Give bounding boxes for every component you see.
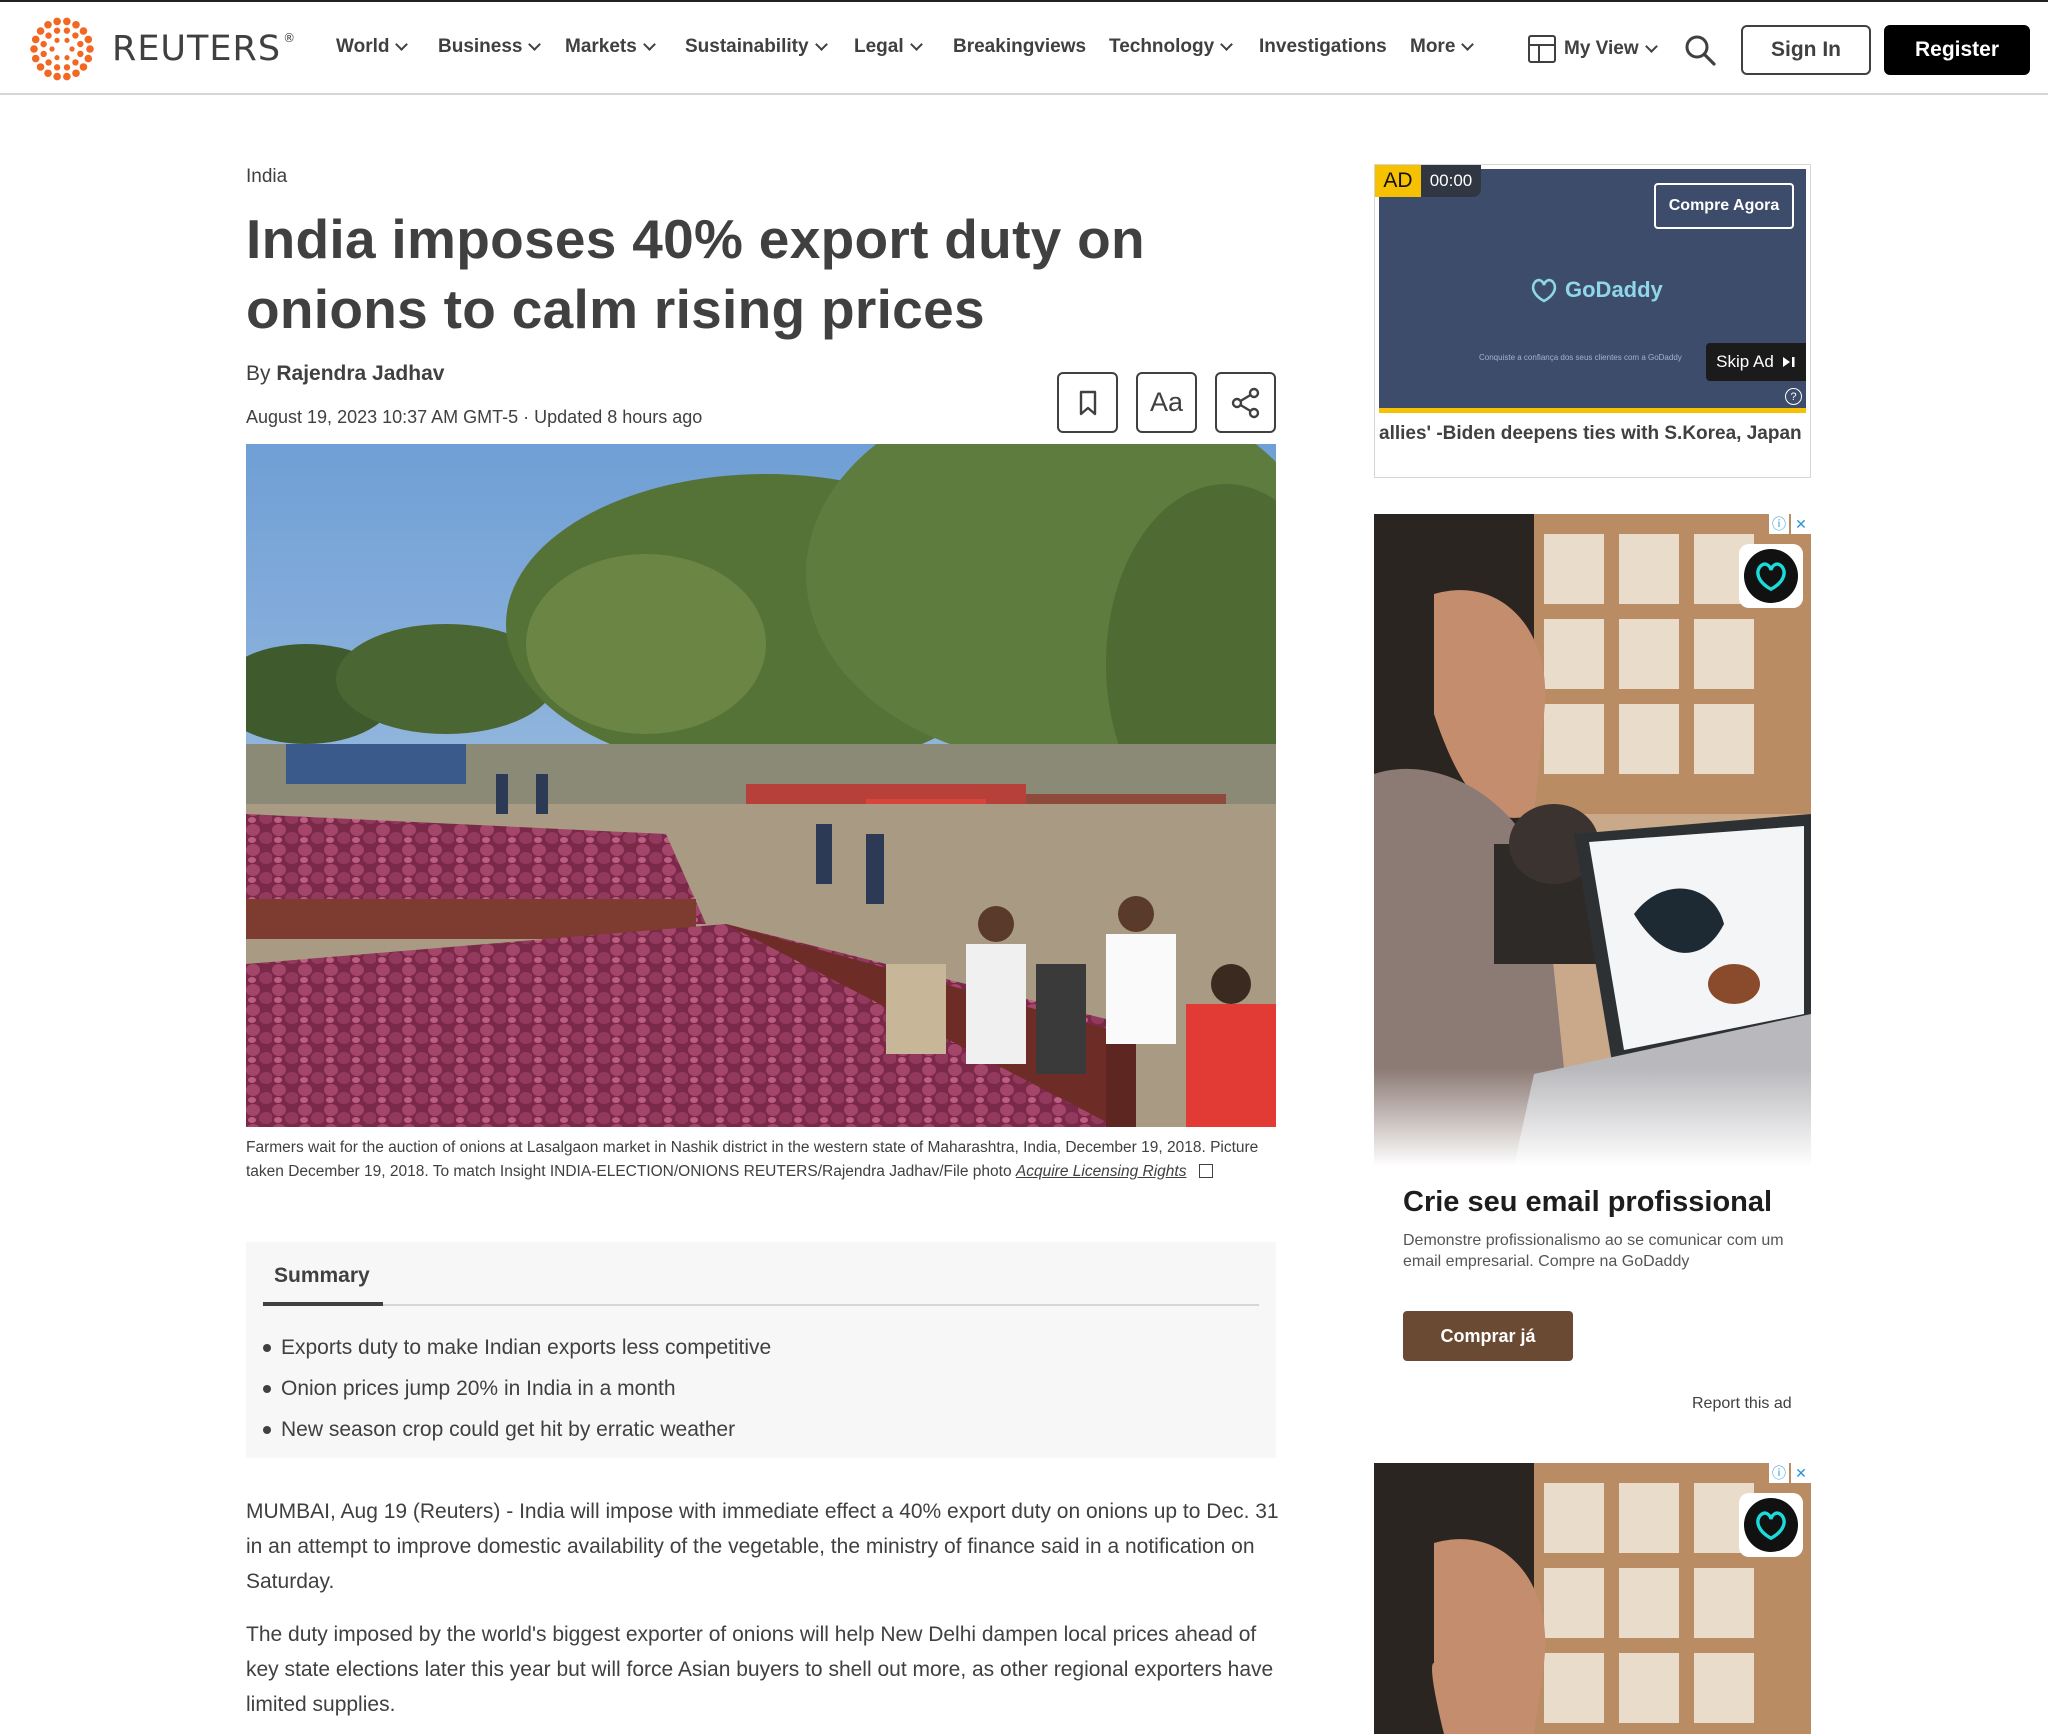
font-size-button[interactable]: Aa xyxy=(1136,372,1197,433)
article-date: August 19, 2023 10:37 AM GMT-5 · Updated… xyxy=(246,407,703,427)
display-ad[interactable]: ⓘ ✕ xyxy=(1374,1463,1811,1734)
brand-name: REUTERS ® xyxy=(112,29,297,69)
onion-market-image xyxy=(246,444,1276,1127)
summary-box: Summary Exports duty to make Indian expo… xyxy=(246,1242,1276,1458)
info-icon[interactable]: ⓘ xyxy=(1769,1463,1789,1483)
search-icon[interactable] xyxy=(1684,34,1716,66)
nav-technology[interactable]: Technology xyxy=(1109,36,1234,58)
nav-world[interactable]: World xyxy=(336,36,409,58)
summary-divider xyxy=(263,1304,1259,1306)
skip-icon xyxy=(1782,357,1795,367)
godaddy-icon xyxy=(1756,1511,1786,1541)
ad-choices[interactable]: ⓘ ✕ xyxy=(1769,514,1811,534)
site-header: REUTERS ® World Business Markets Sustaina… xyxy=(0,0,2048,95)
video-progress-bar xyxy=(1379,408,1806,413)
info-icon[interactable]: ⓘ xyxy=(1769,514,1789,534)
bookmark-icon xyxy=(1079,390,1096,415)
chevron-down-icon xyxy=(642,38,656,51)
chevron-down-icon xyxy=(1461,38,1475,51)
skip-ad-button[interactable]: Skip Ad xyxy=(1706,343,1806,381)
summary-tab[interactable]: Summary xyxy=(274,1264,370,1288)
video-timer: 00:00 xyxy=(1421,165,1481,197)
godaddy-badge xyxy=(1739,544,1803,608)
video-ad[interactable]: Compre Agora GoDaddy Conquiste a confian… xyxy=(1374,164,1811,478)
help-icon[interactable]: ? xyxy=(1785,388,1802,405)
register-button[interactable]: Register xyxy=(1884,25,2030,75)
sign-in-button[interactable]: Sign In xyxy=(1741,25,1871,75)
ad-description: Demonstre profissionalismo ao se comunic… xyxy=(1403,1232,1784,1270)
chevron-down-icon xyxy=(528,38,542,51)
my-view-label: My View xyxy=(1564,38,1639,59)
summary-list: Exports duty to make Indian exports less… xyxy=(263,1327,771,1450)
video-ad-tagline: Conquiste a confiança dos seus clientes … xyxy=(1479,353,1682,362)
chevron-down-icon xyxy=(909,38,923,51)
photo-caption: Farmers wait for the auction of onions a… xyxy=(246,1139,1259,1180)
close-icon[interactable]: ✕ xyxy=(1791,514,1811,534)
ad-badge: AD 00:00 xyxy=(1375,165,1481,197)
article-photo[interactable] xyxy=(246,444,1276,1127)
godaddy-icon xyxy=(1531,278,1557,303)
byline: By Rajendra Jadhav xyxy=(246,362,445,385)
display-ad[interactable]: ⓘ ✕ Crie seu email profissional Demonstr… xyxy=(1374,514,1811,1419)
share-icon xyxy=(1231,387,1259,418)
video-ad-frame[interactable]: Compre Agora GoDaddy Conquiste a confian… xyxy=(1379,169,1806,408)
my-view-menu[interactable]: My View xyxy=(1528,35,1658,63)
bookmark-button[interactable] xyxy=(1057,372,1118,433)
external-link-icon xyxy=(1198,1163,1213,1178)
licensing-link[interactable]: Acquire Licensing Rights xyxy=(1016,1163,1187,1180)
nav-markets[interactable]: Markets xyxy=(565,36,656,58)
section-link[interactable]: India xyxy=(246,166,287,188)
nav-business[interactable]: Business xyxy=(438,36,542,58)
chevron-down-icon xyxy=(1220,38,1234,51)
summary-item: Onion prices jump 20% in India in a mont… xyxy=(263,1368,771,1409)
nav-investigations[interactable]: Investigations xyxy=(1259,36,1387,58)
godaddy-badge xyxy=(1739,1493,1803,1557)
author-link[interactable]: Rajendra Jadhav xyxy=(276,362,444,385)
article-paragraph: The duty imposed by the world's biggest … xyxy=(246,1623,1274,1716)
article-headline: India imposes 40% export duty on onions … xyxy=(246,208,1145,340)
close-icon[interactable]: ✕ xyxy=(1791,1463,1811,1483)
nav-sustainability[interactable]: Sustainability xyxy=(685,36,828,58)
comprar-button[interactable]: Comprar já xyxy=(1403,1311,1573,1361)
report-ad-link[interactable]: Report this ad xyxy=(1692,1395,1792,1413)
reuters-logo-icon xyxy=(30,17,94,81)
chevron-down-icon xyxy=(814,38,828,51)
chevron-down-icon xyxy=(395,38,409,51)
reuters-logo[interactable]: REUTERS ® xyxy=(26,16,296,82)
font-size-label: Aa xyxy=(1149,387,1184,417)
summary-item: New season crop could get hit by erratic… xyxy=(263,1409,771,1450)
nav-more[interactable]: More xyxy=(1410,36,1475,58)
news-ticker[interactable]: allies' -Biden deepens ties with S.Korea… xyxy=(1375,423,1812,445)
nav-legal[interactable]: Legal xyxy=(854,36,923,58)
compre-agora-button[interactable]: Compre Agora xyxy=(1654,183,1794,229)
ad-choices[interactable]: ⓘ ✕ xyxy=(1769,1463,1811,1483)
share-button[interactable] xyxy=(1215,372,1276,433)
layout-icon xyxy=(1528,35,1556,63)
woman-laptop-image xyxy=(1374,514,1811,1166)
nav-breakingviews[interactable]: Breakingviews xyxy=(953,36,1086,58)
godaddy-icon xyxy=(1756,562,1786,592)
ad-image[interactable]: ⓘ ✕ xyxy=(1374,514,1811,1166)
article-paragraph: MUMBAI, Aug 19 (Reuters) - India will im… xyxy=(246,1500,1279,1593)
summary-tab-indicator xyxy=(263,1302,383,1306)
ad-headline[interactable]: Crie seu email profissional xyxy=(1403,1186,1772,1219)
chevron-down-icon xyxy=(1644,40,1658,53)
summary-item: Exports duty to make Indian exports less… xyxy=(263,1327,771,1368)
godaddy-logo: GoDaddy xyxy=(1529,277,1663,303)
